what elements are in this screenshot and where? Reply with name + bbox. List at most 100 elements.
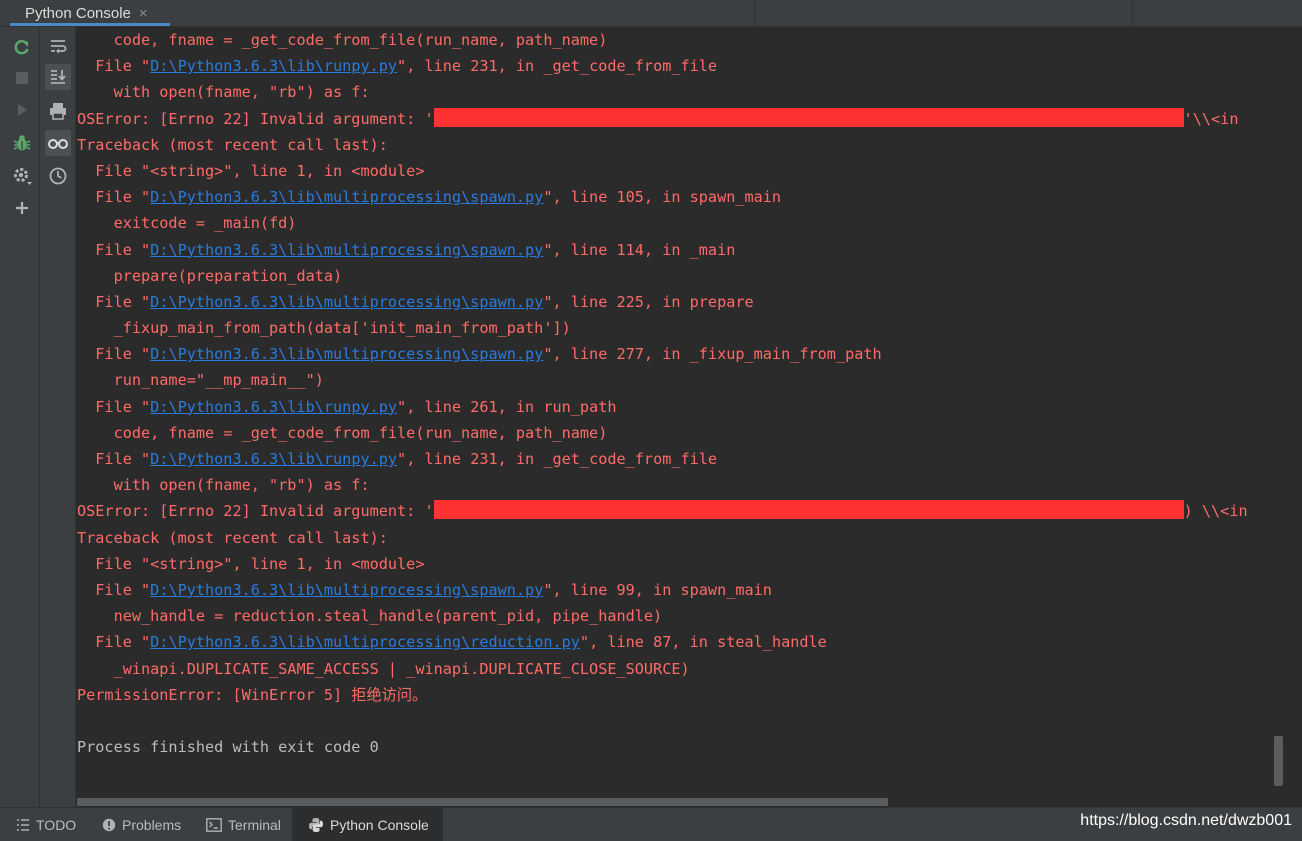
- console-error-line: prepare(preparation_data): [77, 263, 1287, 289]
- terminal-label: Terminal: [228, 816, 281, 833]
- console-text: ", line 114, in _main: [543, 240, 736, 259]
- console-error-line: OSError: [Errno 22] Invalid argument: ' '…: [77, 106, 1287, 132]
- tab-title: Python Console: [25, 4, 131, 22]
- console-error-line: File "D:\Python3.6.3\lib\multiprocessing…: [77, 577, 1287, 603]
- console-text: File ": [77, 345, 151, 364]
- file-link[interactable]: D:\Python3.6.3\lib\multiprocessing\reduc…: [150, 633, 580, 651]
- terminal-tab[interactable]: Terminal: [198, 808, 289, 841]
- console-text: ) \\<in: [1183, 502, 1248, 521]
- console-text: ", line 225, in prepare: [543, 292, 754, 311]
- soft-wrap-icon[interactable]: [45, 34, 71, 60]
- console-error-line: File "D:\Python3.6.3\lib\multiprocessing…: [77, 184, 1287, 210]
- console-error-line: File "D:\Python3.6.3\lib\multiprocessing…: [77, 237, 1287, 263]
- console-text: File ": [77, 188, 151, 207]
- console-error-line: File "D:\Python3.6.3\lib\multiprocessing…: [77, 341, 1287, 367]
- header-divider: [754, 0, 755, 26]
- console-text: Process finished with exit code 0: [77, 738, 379, 757]
- console-error-line: Traceback (most recent call last):: [77, 132, 1287, 158]
- console-error-line: File "<string>", line 1, in <module>: [77, 551, 1287, 577]
- console-text: Traceback (most recent call last):: [77, 528, 388, 547]
- console-text: File ": [77, 450, 151, 468]
- stop-icon[interactable]: [9, 65, 35, 91]
- todo-icon: [17, 818, 29, 831]
- console-error-line: File "D:\Python3.6.3\lib\multiprocessing…: [77, 629, 1287, 655]
- horizontal-scrollbar[interactable]: [77, 798, 888, 806]
- rerun-icon[interactable]: [9, 34, 35, 60]
- file-link[interactable]: D:\Python3.6.3\lib\runpy.py: [150, 57, 397, 75]
- console-text: with open(fname, "rb") as f:: [77, 83, 370, 102]
- watermark: https://blog.csdn.net/dwzb001: [1080, 812, 1292, 829]
- redaction-bar: [433, 107, 1184, 127]
- console-text: ", line 105, in spawn_main: [543, 188, 782, 207]
- todo-tab[interactable]: TODO: [8, 808, 84, 841]
- tool-window-bar: TODO Problems Terminal Python Console ht…: [0, 807, 1302, 841]
- console-text: ", line 231, in _get_code_from_file: [397, 450, 718, 468]
- problems-icon: [102, 818, 116, 831]
- console-error-line: File "D:\Python3.6.3\lib\multiprocessing…: [77, 289, 1287, 315]
- console-text: new_handle = reduction.steal_handle(pare…: [77, 607, 663, 626]
- console-error-line: with open(fname, "rb") as f:: [77, 79, 1287, 105]
- console-text: code, fname = _get_code_from_file(run_na…: [77, 31, 608, 49]
- todo-label: TODO: [36, 816, 77, 833]
- console-error-line: File "D:\Python3.6.3\lib\runpy.py", line…: [77, 53, 1287, 79]
- console-error-line: File "<string>", line 1, in <module>: [77, 158, 1287, 184]
- console-text: File ": [77, 580, 151, 599]
- console-text: File ": [77, 633, 151, 652]
- print-icon[interactable]: [45, 98, 71, 124]
- console-text: ", line 231, in _get_code_from_file: [397, 57, 718, 76]
- console-text: File "<string>", line 1, in <module>: [77, 554, 425, 573]
- debug-icon[interactable]: [9, 130, 35, 156]
- console-text: ", line 261, in run_path: [397, 397, 617, 416]
- toolbar-divider: [75, 27, 76, 807]
- console-text: File ": [77, 397, 151, 416]
- console-line: Process finished with exit code 0: [77, 734, 1287, 760]
- console-text: File "<string>", line 1, in <module>: [77, 161, 425, 180]
- toolbar-divider: [39, 27, 40, 807]
- file-link[interactable]: D:\Python3.6.3\lib\multiprocessing\spawn…: [150, 241, 543, 259]
- console-error-line: File "D:\Python3.6.3\lib\runpy.py", line…: [77, 446, 1287, 472]
- console-text: exitcode = _main(fd): [77, 214, 297, 233]
- tool-window-header: Python Console ×: [0, 0, 1302, 27]
- console-text: code, fname = _get_code_from_file(run_na…: [77, 423, 608, 442]
- console-error-line: _winapi.DUPLICATE_SAME_ACCESS | _winapi.…: [77, 656, 1287, 682]
- terminal-icon: [206, 817, 222, 832]
- console-text: OSError: [Errno 22] Invalid argument: ': [77, 502, 434, 521]
- console-text: _winapi.DUPLICATE_SAME_ACCESS | _winapi.…: [77, 659, 690, 678]
- history-icon[interactable]: [45, 163, 71, 189]
- show-variables-icon[interactable]: [45, 130, 71, 156]
- close-icon[interactable]: ×: [139, 5, 148, 22]
- file-link[interactable]: D:\Python3.6.3\lib\multiprocessing\spawn…: [150, 581, 543, 599]
- console-text: PermissionError: [WinError 5] 拒绝访问。: [77, 685, 428, 704]
- console-error-line: exitcode = _main(fd): [77, 210, 1287, 236]
- console-text: OSError: [Errno 22] Invalid argument: ': [77, 109, 434, 128]
- run-icon[interactable]: [9, 97, 35, 123]
- console-text: File ": [77, 57, 151, 76]
- vertical-scrollbar[interactable]: [1274, 736, 1283, 786]
- scroll-to-end-icon[interactable]: [45, 64, 71, 90]
- problems-tab[interactable]: Problems: [94, 808, 189, 841]
- console-error-line: _fixup_main_from_path(data['init_main_fr…: [77, 315, 1287, 341]
- settings-icon[interactable]: [9, 163, 35, 189]
- file-link[interactable]: D:\Python3.6.3\lib\runpy.py: [150, 398, 397, 416]
- console-text: File ": [77, 240, 151, 259]
- file-link[interactable]: D:\Python3.6.3\lib\multiprocessing\spawn…: [150, 188, 543, 206]
- console-text: Traceback (most recent call last):: [77, 135, 388, 154]
- redaction-bar: [433, 500, 1184, 520]
- console-text: '\\<in: [1183, 109, 1239, 128]
- console-error-line: File "D:\Python3.6.3\lib\runpy.py", line…: [77, 394, 1287, 420]
- file-link[interactable]: D:\Python3.6.3\lib\multiprocessing\spawn…: [150, 345, 543, 363]
- console-text: ", line 277, in _fixup_main_from_path: [543, 345, 882, 364]
- add-icon[interactable]: [9, 195, 35, 221]
- python-icon: [309, 817, 323, 832]
- file-link[interactable]: D:\Python3.6.3\lib\runpy.py: [150, 450, 397, 468]
- active-tab-indicator: [10, 23, 170, 26]
- console-text: ", line 99, in spawn_main: [543, 580, 772, 599]
- file-link[interactable]: D:\Python3.6.3\lib\multiprocessing\spawn…: [150, 293, 543, 311]
- console-error-line: OSError: [Errno 22] Invalid argument: ')…: [77, 498, 1287, 524]
- console-error-line: PermissionError: [WinError 5] 拒绝访问。: [77, 682, 1287, 708]
- python-console-label: Python Console: [330, 816, 429, 833]
- console-output[interactable]: code, fname = _get_code_from_file(run_na…: [77, 27, 1287, 797]
- console-error-line: Traceback (most recent call last):: [77, 525, 1287, 551]
- python-console-tab[interactable]: Python Console: [292, 808, 443, 841]
